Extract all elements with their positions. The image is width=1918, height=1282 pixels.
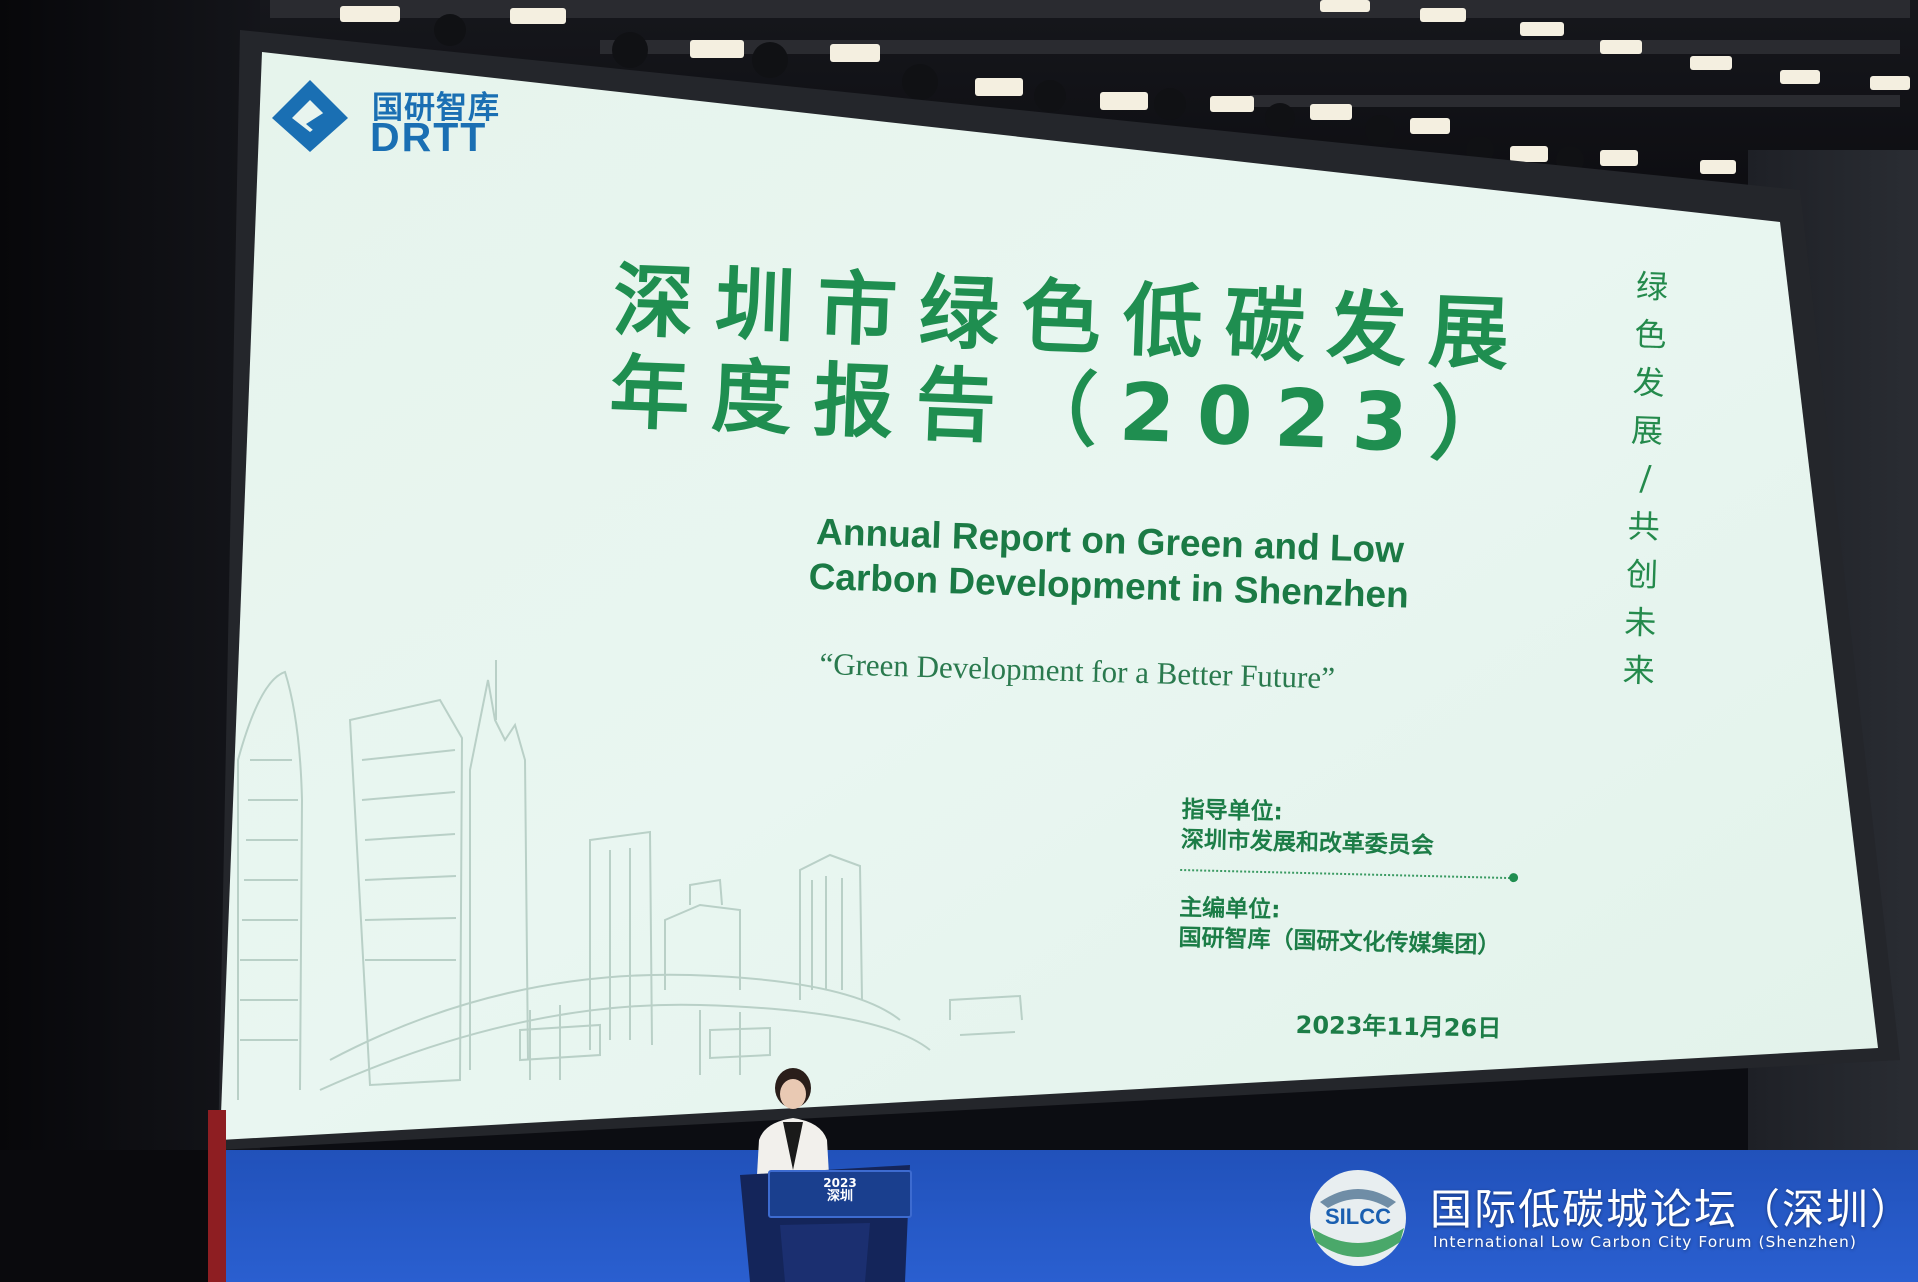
- dotted-divider: [1180, 868, 1511, 880]
- vertical-char: 创: [1625, 555, 1659, 595]
- silcc-logo-text: SILCC: [1325, 1204, 1391, 1229]
- report-date: 2023年11月26日: [1295, 1010, 1502, 1043]
- vertical-char: 来: [1622, 651, 1656, 691]
- podium-sign: 2023 深圳: [768, 1170, 912, 1218]
- vertical-char: 共: [1627, 507, 1661, 547]
- vertical-char: 色: [1633, 315, 1668, 355]
- red-curtain: [208, 1110, 226, 1282]
- forum-name-english: International Low Carbon City Forum (She…: [1433, 1233, 1857, 1251]
- vertical-char: 发: [1632, 363, 1666, 403]
- vertical-char: 展: [1630, 411, 1664, 451]
- forum-name-chinese: 国际低碳城论坛（深圳）: [1430, 1185, 1915, 1234]
- silcc-logo-icon: SILCC: [1310, 1170, 1406, 1266]
- vertical-char: 未: [1623, 603, 1658, 643]
- vertical-char: 绿: [1635, 267, 1669, 307]
- logo-english-text: DRTT: [370, 114, 488, 160]
- podium-sign-text: 深圳: [826, 1189, 853, 1204]
- slide-title: 深圳市绿色低碳发展 年度报告（2023）: [608, 254, 1534, 474]
- podium-sign-year: 2023: [823, 1176, 857, 1190]
- vertical-separator: /: [1639, 458, 1652, 499]
- organizer-block: 指导单位: 深圳市发展和改革委员会 主编单位: 国研智库（国研文化传媒集团）: [1178, 795, 1542, 962]
